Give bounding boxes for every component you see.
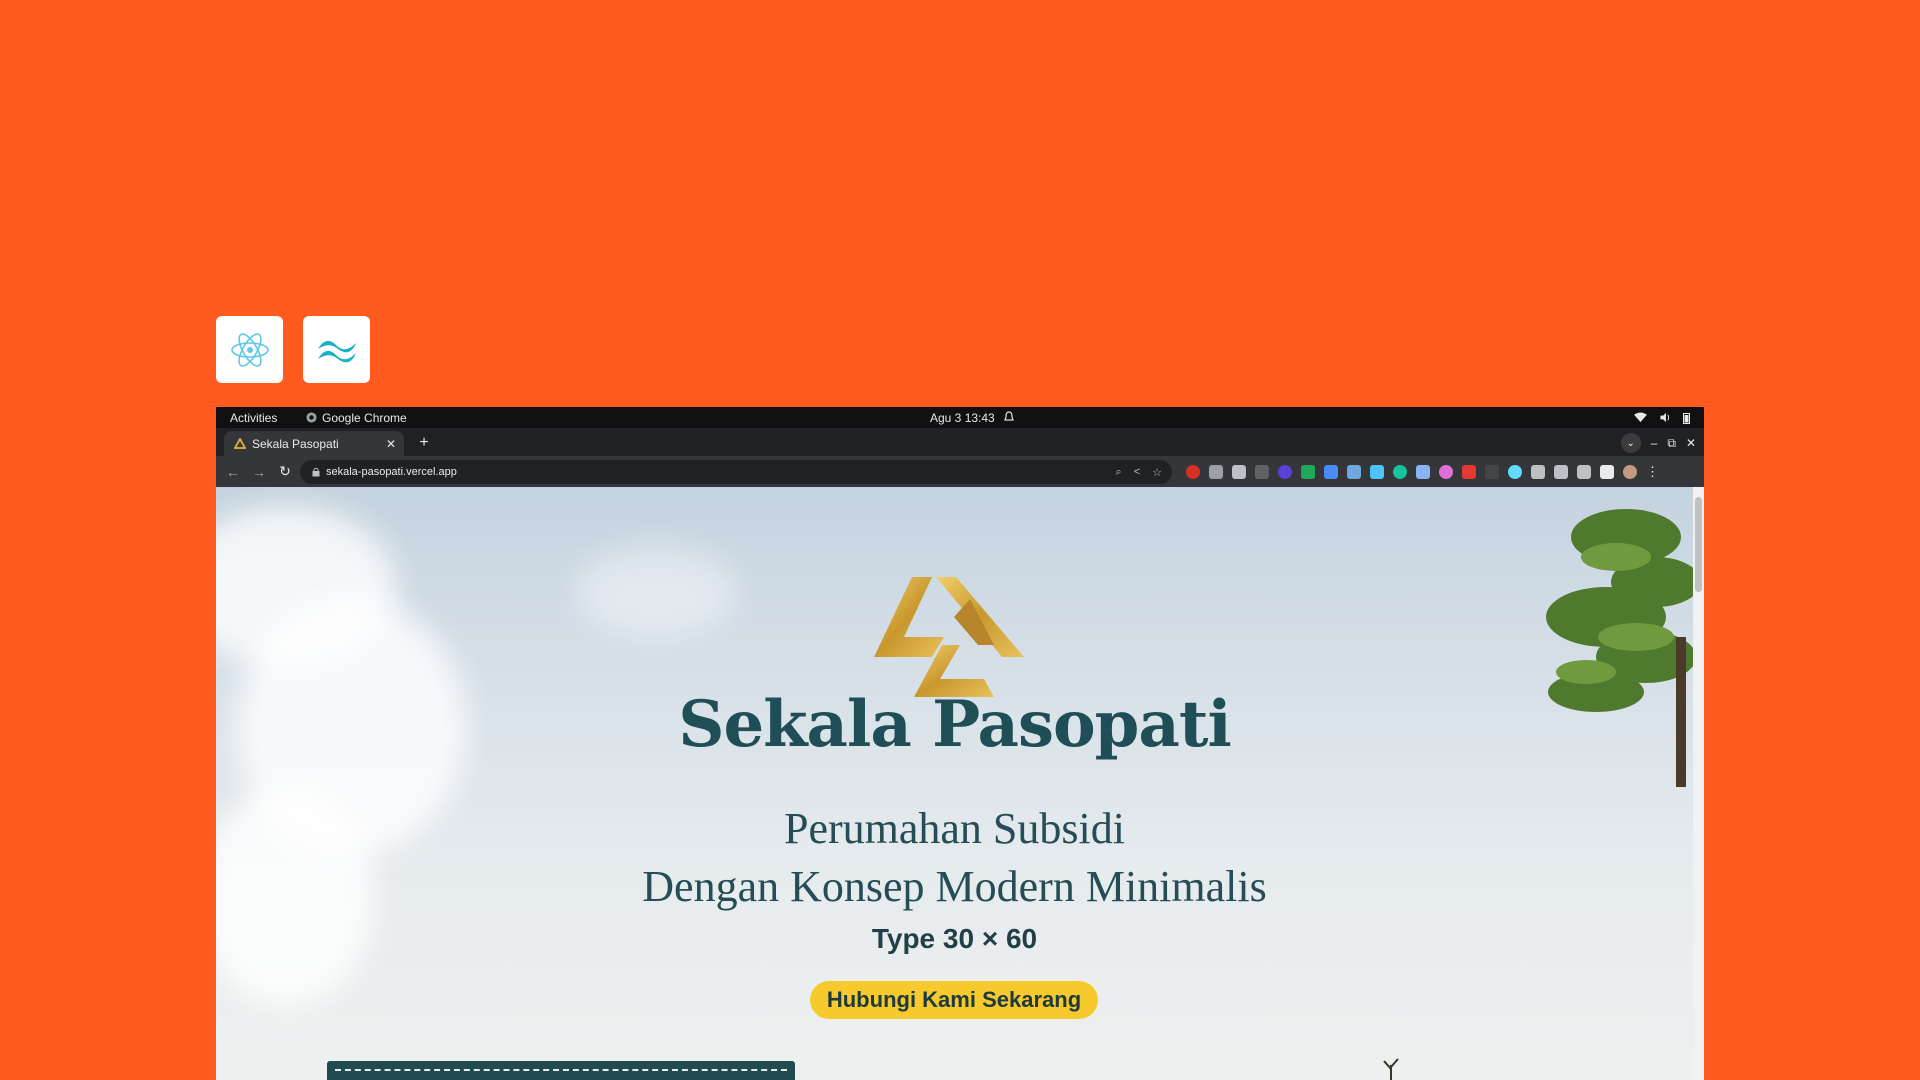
- translate-icon[interactable]: [1324, 465, 1338, 479]
- extension-gray-icon[interactable]: [1209, 465, 1223, 479]
- extension-purple-icon[interactable]: [1278, 465, 1292, 479]
- extension-blue-icon[interactable]: [1347, 465, 1361, 479]
- url-text[interactable]: sekala-pasopati.vercel.app: [326, 466, 457, 478]
- reload-icon[interactable]: ↻: [274, 461, 296, 483]
- lock-icon[interactable]: [312, 467, 320, 477]
- os-top-bar: Activities Google Chrome Agu 3 13:43: [216, 407, 1704, 428]
- house-type-label: Type 30 × 60: [871, 923, 1038, 954]
- browser-toolbar: ← → ↻ sekala-pasopati.vercel.app ⌕ < ☆ ⋮: [216, 456, 1704, 487]
- hero-subtitle-line2: Dengan Konsep Modern Minimalis: [642, 862, 1267, 911]
- omnibox-actions: ⌕ < ☆: [1116, 466, 1162, 479]
- reading-list-icon[interactable]: [1554, 465, 1568, 479]
- wifi-icon: [1634, 412, 1647, 423]
- promo-card: [327, 1061, 795, 1080]
- brand-logo-icon: [874, 577, 1024, 697]
- hero-subtitle-line1: Perumahan Subsidi: [784, 804, 1125, 853]
- restore-icon[interactable]: ⧉: [1667, 436, 1676, 451]
- share-icon[interactable]: <: [1134, 466, 1140, 479]
- heart-extension-icon[interactable]: [1370, 465, 1384, 479]
- grammarly-icon[interactable]: [1393, 465, 1407, 479]
- react-badge: [216, 316, 283, 383]
- react-logo-icon: [230, 332, 269, 367]
- bookmark-star-icon[interactable]: ☆: [1152, 466, 1162, 479]
- new-tab-button[interactable]: +: [414, 433, 434, 453]
- docs-extension-icon[interactable]: [1416, 465, 1430, 479]
- browser-window: Activities Google Chrome Agu 3 13:43 Sek…: [216, 407, 1704, 1080]
- activities-button[interactable]: Activities: [230, 411, 277, 425]
- system-tray[interactable]: [1634, 412, 1690, 424]
- address-bar[interactable]: sekala-pasopati.vercel.app ⌕ < ☆: [300, 460, 1172, 484]
- minimize-icon[interactable]: –: [1651, 436, 1658, 450]
- zoom-icon[interactable]: ⌕: [1116, 466, 1122, 479]
- extension-dim-icon[interactable]: [1485, 465, 1499, 479]
- volume-icon: [1660, 412, 1670, 423]
- card-dashed-border: [335, 1069, 787, 1071]
- tailwind-badge: [303, 316, 370, 383]
- app-menu[interactable]: Google Chrome: [306, 411, 407, 425]
- contact-us-button[interactable]: Hubungi Kami Sekarang: [810, 981, 1098, 1019]
- close-window-icon[interactable]: ✕: [1686, 436, 1696, 450]
- tab-close-icon[interactable]: ✕: [386, 437, 396, 451]
- plant-decoration: [1383, 1058, 1399, 1080]
- brand-name: Sekala Pasopati: [678, 687, 1232, 762]
- vue-devtools-icon[interactable]: [1255, 465, 1269, 479]
- download-icon[interactable]: [1577, 465, 1591, 479]
- extensions-area: ⋮: [1186, 464, 1659, 480]
- forward-icon[interactable]: →: [248, 461, 270, 483]
- extension-red-icon[interactable]: [1186, 465, 1200, 479]
- tab-sekala-pasopati[interactable]: Sekala Pasopati ✕: [224, 431, 404, 456]
- react-devtools-icon[interactable]: [1508, 465, 1522, 479]
- page-scrollbar[interactable]: [1693, 487, 1704, 1080]
- puzzle-extensions-icon[interactable]: [1531, 465, 1545, 479]
- hero-section: Sekala Pasopati Perumahan Subsidi Dengan…: [216, 487, 1693, 1080]
- tab-search-icon[interactable]: ⌄: [1620, 433, 1641, 453]
- camera-extension-icon[interactable]: [1232, 465, 1246, 479]
- tab-title: Sekala Pasopati: [252, 436, 339, 451]
- side-panel-icon[interactable]: [1600, 465, 1614, 479]
- profile-avatar[interactable]: [1623, 465, 1637, 479]
- chrome-icon: [306, 412, 317, 423]
- site-favicon-icon: [234, 438, 246, 449]
- tab-strip: Sekala Pasopati ✕ + ⌄ – ⧉ ✕: [216, 428, 1704, 456]
- extension-green-icon[interactable]: [1301, 465, 1315, 479]
- battery-icon: [1683, 412, 1690, 424]
- back-icon[interactable]: ←: [222, 461, 244, 483]
- chrome-menu-icon[interactable]: ⋮: [1646, 464, 1659, 480]
- scrollbar-thumb[interactable]: [1695, 497, 1702, 592]
- clock[interactable]: Agu 3 13:43: [930, 411, 995, 425]
- app-name-label: Google Chrome: [322, 410, 407, 425]
- tailwind-logo-icon: [317, 340, 356, 362]
- notification-icon[interactable]: [1004, 411, 1014, 426]
- color-picker-icon[interactable]: [1439, 465, 1453, 479]
- page-viewport: Sekala Pasopati Perumahan Subsidi Dengan…: [216, 487, 1704, 1080]
- window-controls: ⌄ – ⧉ ✕: [1620, 433, 1696, 453]
- extension-red-square-icon[interactable]: [1462, 465, 1476, 479]
